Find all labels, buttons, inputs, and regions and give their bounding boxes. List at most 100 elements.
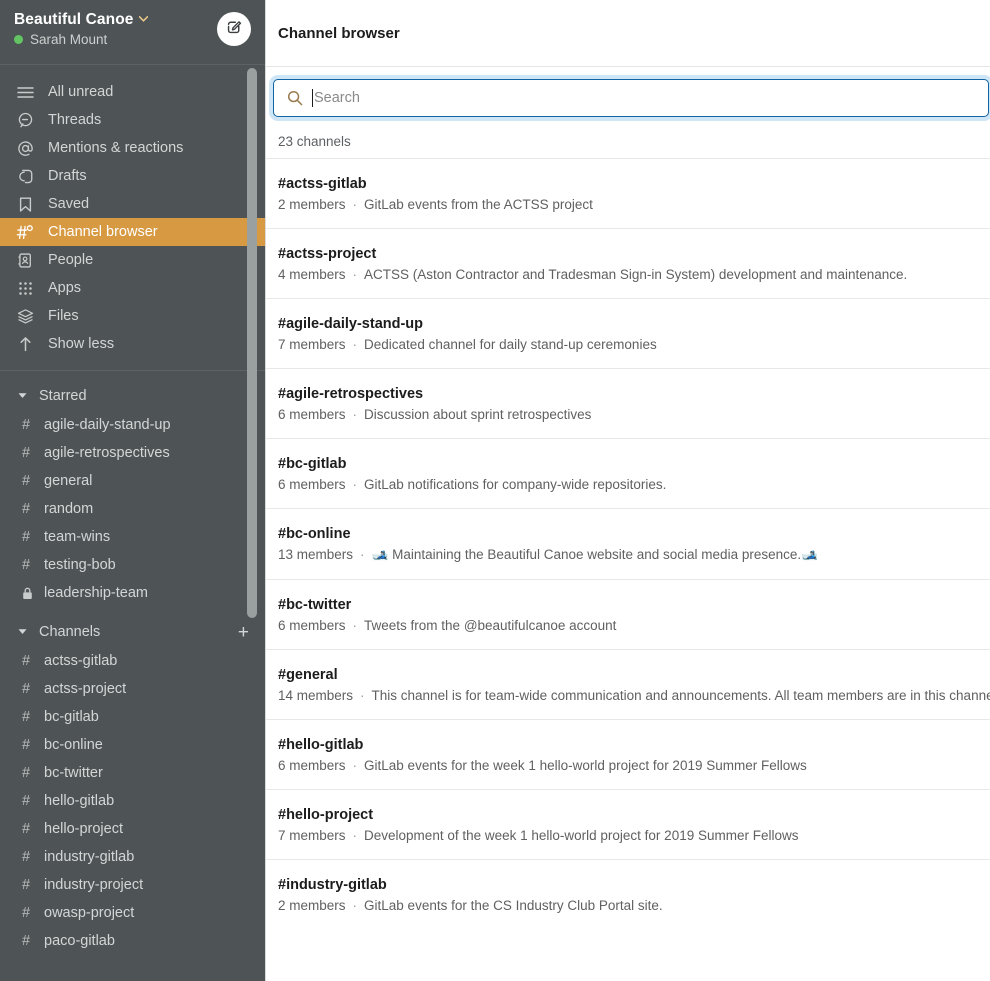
starred-channel-item[interactable]: # testing-bob: [0, 551, 265, 579]
main-header: Channel browser: [266, 0, 990, 67]
workspace-header[interactable]: Beautiful Canoe Sarah Mount: [0, 0, 265, 65]
compose-button[interactable]: [217, 12, 251, 46]
search-container: Search: [266, 67, 990, 127]
table-row[interactable]: #agile-daily-stand-up 7 members · Dedica…: [266, 298, 990, 368]
hash-icon: #: [22, 445, 31, 461]
hash-icon: #: [22, 529, 31, 545]
table-row[interactable]: #industry-gitlab 2 members · GitLab even…: [266, 859, 990, 929]
sidebar-item-files[interactable]: Files: [0, 302, 265, 330]
sidebar-item-label: Files: [48, 308, 79, 324]
member-count: 14 members: [278, 688, 354, 703]
channel-description: This channel is for team-wide communicat…: [371, 688, 990, 703]
channel-item[interactable]: # paco-gitlab: [0, 927, 265, 955]
drafts-icon: [16, 167, 34, 185]
meta-separator: ·: [352, 477, 358, 492]
bookmark-icon: [16, 195, 34, 213]
ski-emoji-icon: 🎿: [371, 547, 389, 562]
table-row[interactable]: #hello-project 7 members · Development o…: [266, 789, 990, 859]
starred-channel-item[interactable]: # agile-daily-stand-up: [0, 411, 265, 439]
table-row[interactable]: #agile-retrospectives 6 members · Discus…: [266, 368, 990, 438]
sidebar-item-apps[interactable]: Apps: [0, 274, 265, 302]
channel-name: #agile-daily-stand-up: [278, 316, 424, 332]
hash-icon: #: [22, 905, 31, 921]
at-icon: [16, 139, 34, 157]
meta-separator: ·: [352, 197, 358, 212]
channel-item[interactable]: # industry-project: [0, 871, 265, 899]
channel-label: agile-daily-stand-up: [44, 417, 171, 433]
current-user[interactable]: Sarah Mount: [14, 32, 148, 47]
hash-icon: #: [22, 473, 31, 489]
sidebar-item-label: Channel browser: [48, 224, 158, 240]
member-count: 6 members: [278, 477, 346, 492]
sidebar-item-all-unread[interactable]: All unread: [0, 78, 265, 106]
channel-count: 23 channels: [278, 134, 351, 149]
sidebar: Beautiful Canoe Sarah Mount All unread T…: [0, 0, 265, 981]
workspace-info: Beautiful Canoe Sarah Mount: [14, 11, 149, 47]
table-row[interactable]: #actss-gitlab 2 members · GitLab events …: [266, 158, 990, 228]
workspace-name: Beautiful Canoe: [14, 11, 134, 28]
channel-name: #hello-gitlab: [278, 737, 364, 753]
sidebar-item-channel-browser[interactable]: Channel browser: [0, 218, 265, 246]
people-icon: [16, 251, 34, 269]
triangle-down-icon: [18, 627, 27, 637]
compose-icon: [226, 18, 243, 40]
channel-meta: 2 members · GitLab events from the ACTSS…: [278, 197, 978, 212]
starred-channel-item[interactable]: # agile-retrospectives: [0, 439, 265, 467]
search-placeholder: Search: [312, 89, 360, 107]
starred-channel-item-private[interactable]: leadership-team: [0, 579, 265, 607]
channels-section-label: Channels: [39, 624, 101, 640]
presence-dot-icon: [14, 35, 23, 44]
table-row[interactable]: #bc-gitlab 6 members · GitLab notificati…: [266, 438, 990, 508]
channel-item[interactable]: # bc-gitlab: [0, 703, 265, 731]
starred-section-header[interactable]: Starred: [0, 381, 265, 411]
main-panel: Channel browser Search 23 channels #acts…: [265, 0, 990, 981]
starred-channel-item[interactable]: # team-wins: [0, 523, 265, 551]
sidebar-item-people[interactable]: People: [0, 246, 265, 274]
sidebar-item-mentions-reactions[interactable]: Mentions & reactions: [0, 134, 265, 162]
channel-item[interactable]: # actss-project: [0, 675, 265, 703]
channel-item[interactable]: # bc-online: [0, 731, 265, 759]
sidebar-item-threads[interactable]: Threads: [0, 106, 265, 134]
channel-item[interactable]: # hello-project: [0, 815, 265, 843]
search-input[interactable]: Search: [273, 79, 989, 117]
channel-name: #industry-gitlab: [278, 877, 387, 893]
channel-item[interactable]: # hello-gitlab: [0, 787, 265, 815]
starred-channel-item[interactable]: # general: [0, 467, 265, 495]
meta-separator: ·: [352, 758, 358, 773]
table-row[interactable]: #actss-project 4 members · ACTSS (Aston …: [266, 228, 990, 298]
add-channel-button[interactable]: +: [238, 623, 249, 642]
channel-label: paco-gitlab: [44, 933, 115, 949]
channels-section-header[interactable]: Channels +: [0, 617, 265, 647]
table-row[interactable]: #bc-online 13 members · 🎿 Maintaining th…: [266, 508, 990, 579]
channel-label: general: [44, 473, 93, 489]
starred-channel-item[interactable]: # random: [0, 495, 265, 523]
ski-emoji-icon: 🎿: [801, 547, 818, 562]
sidebar-scrollbar[interactable]: [247, 68, 257, 618]
sidebar-item-show-less[interactable]: Show less: [0, 330, 265, 358]
table-row[interactable]: #general 14 members · This channel is fo…: [266, 649, 990, 719]
hash-icon: #: [22, 849, 31, 865]
hash-icon: #: [22, 793, 31, 809]
hash-icon: #: [22, 653, 31, 669]
table-row[interactable]: #bc-twitter 6 members · Tweets from the …: [266, 579, 990, 649]
channel-item[interactable]: # actss-gitlab: [0, 647, 265, 675]
table-row[interactable]: #hello-gitlab 6 members · GitLab events …: [266, 719, 990, 789]
sidebar-item-label: Saved: [48, 196, 90, 212]
workspace-switcher[interactable]: Beautiful Canoe: [14, 11, 149, 29]
user-name: Sarah Mount: [30, 32, 108, 47]
sidebar-item-label: People: [48, 252, 94, 268]
member-count: 4 members: [278, 267, 346, 282]
channel-browser-icon: [16, 223, 34, 241]
sidebar-item-saved[interactable]: Saved: [0, 190, 265, 218]
meta-separator: ·: [352, 828, 358, 843]
channel-name: #agile-retrospectives: [278, 386, 424, 402]
channel-item[interactable]: # owasp-project: [0, 899, 265, 927]
channel-item[interactable]: # industry-gitlab: [0, 843, 265, 871]
channel-meta: 6 members · GitLab notifications for com…: [278, 477, 978, 492]
meta-separator: ·: [352, 618, 358, 633]
channel-meta: 7 members · Development of the week 1 he…: [278, 828, 978, 843]
channel-item[interactable]: # bc-twitter: [0, 759, 265, 787]
meta-separator: ·: [352, 337, 358, 352]
starred-list: # agile-daily-stand-up # agile-retrospecti…: [0, 411, 265, 607]
sidebar-item-drafts[interactable]: Drafts: [0, 162, 265, 190]
